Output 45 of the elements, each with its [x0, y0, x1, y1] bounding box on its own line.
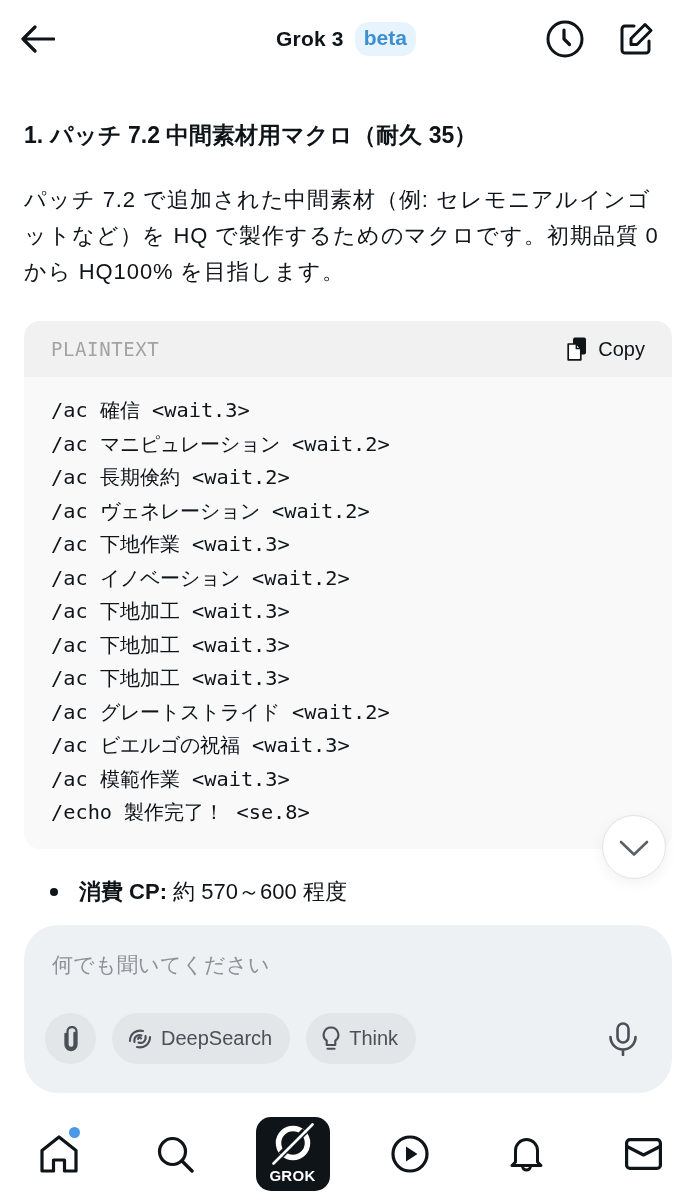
code-line: /ac 長期倹約 <wait.2>	[51, 464, 290, 491]
copy-button[interactable]: Copy	[567, 337, 645, 361]
code-language-label: PLAINTEXT	[51, 338, 160, 360]
slashed-ring-icon	[271, 1123, 314, 1165]
search-icon	[157, 1135, 194, 1173]
message-input[interactable]: 何でも聞いてください	[52, 945, 452, 985]
chevron-down-icon	[619, 840, 649, 857]
copy-icon	[567, 337, 588, 361]
think-button[interactable]: Think	[306, 1013, 417, 1064]
code-line: /ac 下地加工 <wait.3>	[51, 631, 290, 659]
microphone-icon	[608, 1021, 638, 1056]
deepsearch-button[interactable]: DeepSearch	[112, 1013, 291, 1064]
version-badge: beta	[354, 22, 416, 56]
attach-button[interactable]	[45, 1013, 96, 1064]
grok-tab[interactable]: GROK	[255, 1117, 330, 1191]
clock-icon	[546, 20, 584, 58]
chat-title: Grok 3	[276, 27, 344, 51]
microphone-button[interactable]	[608, 1021, 638, 1056]
play-circle-icon	[390, 1135, 429, 1173]
code-line: /ac 下地加工 <wait.3>	[51, 598, 290, 625]
history-button[interactable]	[546, 20, 584, 58]
swirl-icon	[128, 1027, 152, 1050]
home-icon	[39, 1135, 78, 1173]
new-chat-button[interactable]	[618, 21, 654, 57]
code-line: /ac 確信 <wait.3>	[51, 397, 250, 424]
message-paragraph: パッチ 7.2 で追加された中間素材（例: セレモニアルインゴットなど）を HQ で製作するためのマクロです。初期品質 0 から HQ100% を目指します。	[24, 186, 660, 286]
code-line: /ac イノベーション <wait.2>	[51, 564, 350, 592]
message-heading: 1. パッチ 7.2 中間素材用マクロ（耐久 35）	[24, 121, 479, 150]
bullet-icon	[50, 887, 58, 896]
code-line: /echo 製作完了！ <se.8>	[51, 799, 310, 826]
code-line: /ac 模範作業 <wait.3>	[51, 765, 290, 793]
bullet-text: 消費 CP: 約 570～600 程度	[79, 878, 347, 905]
code-line: /ac グレートストライド <wait.2>	[51, 698, 390, 726]
code-line: /ac 下地加工 <wait.3>	[51, 665, 290, 692]
paperclip-icon	[61, 1025, 80, 1052]
lightbulb-icon	[322, 1026, 341, 1051]
back-button[interactable]	[21, 25, 55, 53]
bell-icon	[509, 1136, 544, 1172]
back-arrow-icon	[21, 25, 55, 53]
code-line: /ac ヴェネレーション <wait.2>	[51, 497, 370, 525]
code-line: /ac ビエルゴの祝福 <wait.3>	[51, 732, 350, 759]
code-line: /ac マニピュレーション <wait.2>	[51, 430, 390, 458]
square-pen-icon	[618, 21, 654, 57]
code-line: /ac 下地作業 <wait.3>	[51, 531, 290, 558]
envelope-icon	[625, 1138, 662, 1170]
